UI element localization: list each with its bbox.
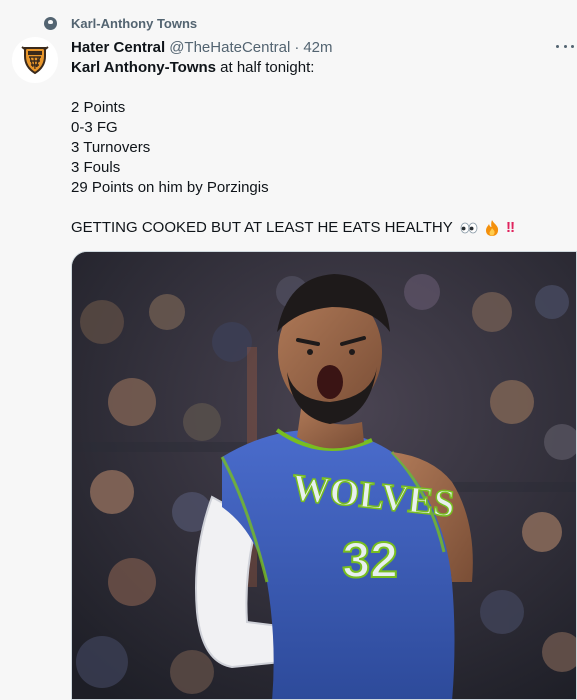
tweet-media-photo[interactable]: WOLVES 32 — [71, 251, 577, 700]
avatar[interactable] — [12, 37, 58, 83]
stat-line: 3 Turnovers — [71, 139, 151, 156]
tweet-lead-line: Karl Anthony-Towns at half tonight: — [71, 58, 571, 78]
topic-icon — [44, 16, 57, 30]
more-dot — [556, 44, 559, 48]
eyes-emoji-icon — [460, 222, 478, 234]
social-context[interactable]: Karl-Anthony Towns — [44, 14, 197, 32]
double-exclamation-emoji-icon: ‼ — [506, 219, 516, 237]
stat-line: 3 Fouls — [71, 159, 121, 176]
tweet-text: Karl Anthony-Towns at half tonight: 2 Po… — [71, 58, 571, 238]
tweet-lead-rest: at half tonight: — [216, 59, 315, 76]
tweet-lead-bold: Karl Anthony-Towns — [71, 59, 216, 76]
tweet-closing: GETTING COOKED BUT AT LEAST HE EATS HEAL… — [71, 219, 453, 236]
tweet-header: Hater Central @TheHateCentral · 42m — [71, 37, 333, 57]
stat-line: 0-3 FG — [71, 119, 118, 136]
more-dot — [571, 44, 574, 48]
author-handle[interactable]: @TheHateCentral — [169, 39, 290, 56]
fire-emoji-icon — [485, 220, 498, 237]
hater-central-logo-icon — [21, 46, 49, 75]
more-options-icon[interactable] — [556, 38, 574, 54]
photo-image: WOLVES 32 — [72, 252, 576, 699]
stat-line: 2 Points — [71, 99, 126, 116]
jersey-number-text: 32 — [342, 532, 398, 588]
author-name[interactable]: Hater Central — [71, 39, 165, 56]
separator-dot: · — [294, 38, 300, 56]
tweet[interactable]: Karl-Anthony Towns Hater Central @TheHat… — [0, 0, 577, 700]
tweet-timestamp[interactable]: 42m — [303, 39, 332, 56]
more-dot — [563, 44, 567, 48]
social-context-label[interactable]: Karl-Anthony Towns — [71, 16, 197, 31]
stat-line: 29 Points on him by Porzingis — [71, 179, 269, 196]
tweet-closing-line: GETTING COOKED BUT AT LEAST HE EATS HEAL… — [71, 218, 571, 238]
